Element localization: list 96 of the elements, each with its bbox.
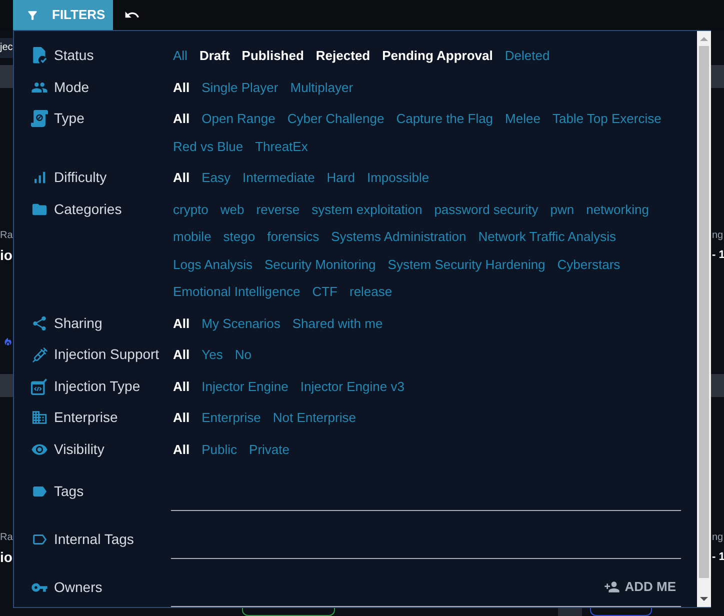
filter-option[interactable]: Emotional Intelligence bbox=[173, 278, 300, 306]
filter-option[interactable]: Easy bbox=[202, 164, 231, 192]
filter-option[interactable]: forensics bbox=[267, 223, 320, 250]
filter-option[interactable]: Multiplayer bbox=[290, 74, 354, 101]
filter-label: Status bbox=[54, 46, 94, 66]
filter-label: Injection Support bbox=[54, 345, 160, 364]
card-title: io bbox=[0, 246, 13, 264]
card-header bbox=[0, 374, 13, 397]
filter-option[interactable]: Red vs Blue bbox=[173, 132, 244, 160]
filter-option[interactable]: networking bbox=[586, 196, 649, 223]
card-subtitle: Ra bbox=[0, 531, 13, 545]
filter-option[interactable]: Private bbox=[249, 436, 290, 463]
filter-option[interactable]: Logs Analysis bbox=[173, 250, 252, 278]
filter-label: Difficulty bbox=[54, 168, 107, 188]
filter-option[interactable]: Shared with me bbox=[292, 310, 383, 337]
filter-option[interactable]: Network Traffic Analysis bbox=[478, 223, 616, 250]
person-add-icon bbox=[604, 579, 620, 595]
filter-label: Mode bbox=[54, 78, 90, 97]
filter-option[interactable]: pwn bbox=[550, 196, 574, 223]
filter-option[interactable]: Enterprise bbox=[202, 404, 261, 432]
filter-label: Owners bbox=[54, 578, 102, 597]
filter-option[interactable]: All bbox=[173, 310, 190, 337]
file-check-icon bbox=[32, 47, 46, 64]
building-icon bbox=[31, 409, 48, 426]
card-header bbox=[711, 65, 724, 88]
filter-label: Injection Type bbox=[54, 376, 140, 396]
filter-option[interactable]: System Security Hardening bbox=[388, 250, 546, 278]
filter-option[interactable]: All bbox=[173, 341, 190, 368]
filter-option[interactable]: Cyber Challenge bbox=[287, 105, 384, 132]
filter-option[interactable]: Table Top Exercise bbox=[552, 105, 662, 132]
button-edge bbox=[558, 608, 582, 616]
filter-option[interactable]: Injector Engine v3 bbox=[300, 372, 404, 400]
filter-option[interactable]: Draft bbox=[199, 42, 230, 70]
filter-option[interactable]: No bbox=[234, 341, 252, 368]
filter-label: Tags bbox=[54, 482, 84, 501]
card-subtitle: ng bbox=[711, 229, 724, 243]
filter-label: Sharing bbox=[54, 314, 102, 333]
scroll-icon bbox=[31, 110, 48, 128]
filter-option[interactable]: Deleted bbox=[504, 42, 550, 70]
filter-option[interactable]: Cyberstars bbox=[557, 250, 620, 278]
filter-option[interactable]: Melee bbox=[505, 105, 540, 132]
filter-option[interactable]: All bbox=[173, 164, 190, 192]
filter-option[interactable]: release bbox=[349, 278, 392, 306]
scrollbar[interactable] bbox=[697, 31, 711, 607]
filter-option[interactable]: Rejected bbox=[316, 42, 370, 70]
filter-label: Internal Tags bbox=[54, 530, 134, 549]
filter-option[interactable]: CTF bbox=[312, 278, 338, 306]
filter-option[interactable]: Public bbox=[202, 436, 238, 463]
card-title: io bbox=[0, 548, 13, 566]
filter-option[interactable]: crypto bbox=[173, 196, 208, 223]
filter-label: Enterprise bbox=[54, 408, 118, 428]
card-subtitle: Ra bbox=[0, 229, 13, 243]
filter-option[interactable]: Injector Engine bbox=[202, 372, 288, 400]
filter-option[interactable]: reverse bbox=[256, 196, 300, 223]
card-header bbox=[0, 65, 13, 88]
filter-option[interactable]: Yes bbox=[202, 341, 223, 368]
filter-option[interactable]: Single Player bbox=[202, 74, 278, 101]
filter-label: Categories bbox=[54, 200, 122, 219]
filter-option[interactable]: All bbox=[173, 42, 188, 70]
code-window-icon bbox=[31, 378, 48, 395]
filter-option[interactable]: mobile bbox=[173, 223, 212, 250]
filter-option[interactable]: Intermediate bbox=[242, 164, 315, 192]
filter-option[interactable]: ThreatEx bbox=[255, 132, 308, 160]
filter-option[interactable]: system exploitation bbox=[312, 196, 422, 223]
filter-option[interactable]: All bbox=[173, 404, 190, 432]
filter-label: Type bbox=[54, 109, 84, 128]
filter-option[interactable]: password security bbox=[434, 196, 538, 223]
filter-option[interactable]: Systems Administration bbox=[331, 223, 466, 250]
filter-option[interactable]: Published bbox=[242, 42, 304, 70]
filter-label: Visibility bbox=[54, 440, 104, 459]
filter-option[interactable]: Pending Approval bbox=[382, 42, 493, 70]
flame-icon bbox=[3, 337, 13, 347]
filter-option[interactable]: Open Range bbox=[202, 105, 276, 132]
filter-option[interactable]: All bbox=[173, 436, 190, 463]
filter-option[interactable]: Not Enterprise bbox=[272, 404, 356, 432]
filter-option[interactable]: web bbox=[220, 196, 244, 223]
input-field[interactable]: ADD ME bbox=[171, 559, 681, 607]
add-me-button[interactable]: ADD ME bbox=[602, 573, 678, 601]
syringe-icon bbox=[32, 346, 48, 363]
tab-label[interactable]: jec bbox=[0, 38, 13, 58]
card-header bbox=[711, 374, 724, 397]
filter-option[interactable]: Capture the Flag bbox=[396, 105, 494, 132]
filter-option[interactable]: All bbox=[173, 105, 190, 132]
scrollbar-thumb[interactable] bbox=[699, 46, 709, 578]
scroll-down-icon[interactable] bbox=[700, 597, 708, 601]
filter-option[interactable]: stego bbox=[223, 223, 256, 250]
filters-button[interactable]: FILTERS bbox=[13, 0, 113, 30]
card-subtitle: ng bbox=[711, 531, 724, 545]
filter-icon bbox=[26, 8, 39, 22]
filter-option[interactable]: Security Monitoring bbox=[264, 250, 376, 278]
filter-option[interactable]: All bbox=[173, 372, 190, 400]
filter-option[interactable]: My Scenarios bbox=[202, 310, 280, 337]
filter-option[interactable]: All bbox=[173, 74, 190, 101]
filter-option[interactable]: Hard bbox=[326, 164, 355, 192]
filter-option[interactable]: Impossible bbox=[366, 164, 430, 192]
share-icon bbox=[31, 314, 48, 332]
